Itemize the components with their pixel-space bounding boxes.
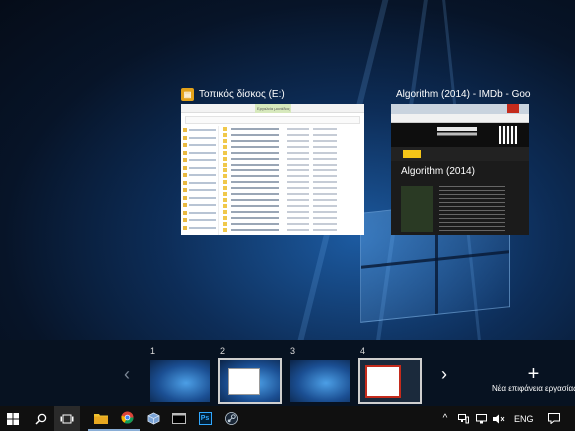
imdb-logo [403,150,421,158]
movie-summary [439,186,505,232]
virtual-desktop-2[interactable] [218,358,282,404]
window-preview [365,365,401,398]
qr-code-icon [499,126,517,144]
search-icon [35,413,47,425]
scroll-right-icon[interactable]: › [441,364,447,385]
movie-title: Algorithm (2014) [401,166,475,177]
notification-icon [548,413,560,424]
chevron-up-icon[interactable]: ^ [438,412,452,426]
virtual-desktop-4[interactable] [358,358,422,404]
task-view-button[interactable] [54,406,80,431]
imdb-nav-bar [391,147,529,161]
close-icon [507,104,519,113]
network-icon[interactable] [456,412,470,426]
photoshop-icon: Ps [198,412,212,425]
window-preview [228,368,260,395]
window-title: Algorithm (2014) - IMDb - Google Chr... [396,88,531,100]
language-indicator[interactable]: ENG [514,414,534,424]
terminal-icon [172,413,186,424]
window-card-chrome[interactable]: Algorithm (2014) - IMDb - Google Chr... … [391,86,531,236]
ribbon-tab-drive-tools: Εργαλεία μονάδας δίσκου [255,104,291,113]
file-explorer-icon: ▤ [181,87,194,101]
start-button[interactable] [0,406,26,431]
system-tray: ^ ENG [436,406,540,431]
chrome-icon [120,411,134,424]
navigation-pane [181,126,219,235]
window-thumbnail[interactable]: Εργαλεία μονάδας δίσκου [181,104,364,235]
address-bar [185,116,360,124]
taskbar-chrome[interactable] [114,406,140,431]
file-list [223,126,360,235]
new-desktop-label: Νέα επιφάνεια εργασίας [492,384,575,393]
virtual-desktop-1[interactable] [150,360,210,402]
scroll-left-icon[interactable]: ‹ [124,364,130,385]
desktop-number: 2 [220,346,226,356]
window-title-bar: ▤ Τοπικός δίσκος (E:) [181,86,366,102]
windows-start-icon [7,412,19,425]
taskbar-steam[interactable] [218,406,244,431]
window-card-file-explorer[interactable]: ▤ Τοπικός δίσκος (E:) Εργαλεία μονάδας δ… [181,86,366,236]
banner-ad [391,123,529,147]
virtual-desktops-bar [0,340,575,406]
desktop-number: 3 [290,346,296,356]
plus-icon: + [527,363,540,385]
window-title: Τοπικός δίσκος (E:) [199,88,285,100]
window-title-bar: Algorithm (2014) - IMDb - Google Chr... [391,86,531,102]
taskbar-terminal[interactable] [166,406,192,431]
new-desktop-button[interactable]: + Νέα επιφάνεια εργασίας [492,364,575,393]
movie-poster [401,186,433,232]
virtual-desktop-3[interactable] [290,360,350,402]
ribbon: Εργαλεία μονάδας δίσκου [181,104,364,113]
monitor-icon[interactable] [474,412,488,426]
virtualbox-icon [147,412,159,425]
taskbar-virtualbox[interactable] [140,406,166,431]
taskbar-photoshop[interactable]: Ps [192,406,218,431]
file-explorer-icon [94,413,108,424]
task-view-icon [60,414,74,423]
desktop-number: 1 [150,346,156,356]
steam-icon [224,412,238,425]
volume-mute-icon[interactable] [492,412,506,426]
action-center-button[interactable] [548,406,560,431]
address-bar [391,114,529,123]
desktop-number: 4 [360,346,366,356]
search-button[interactable] [28,406,54,431]
window-thumbnail[interactable]: Algorithm (2014) [391,104,529,235]
taskbar-file-explorer[interactable] [88,406,114,431]
